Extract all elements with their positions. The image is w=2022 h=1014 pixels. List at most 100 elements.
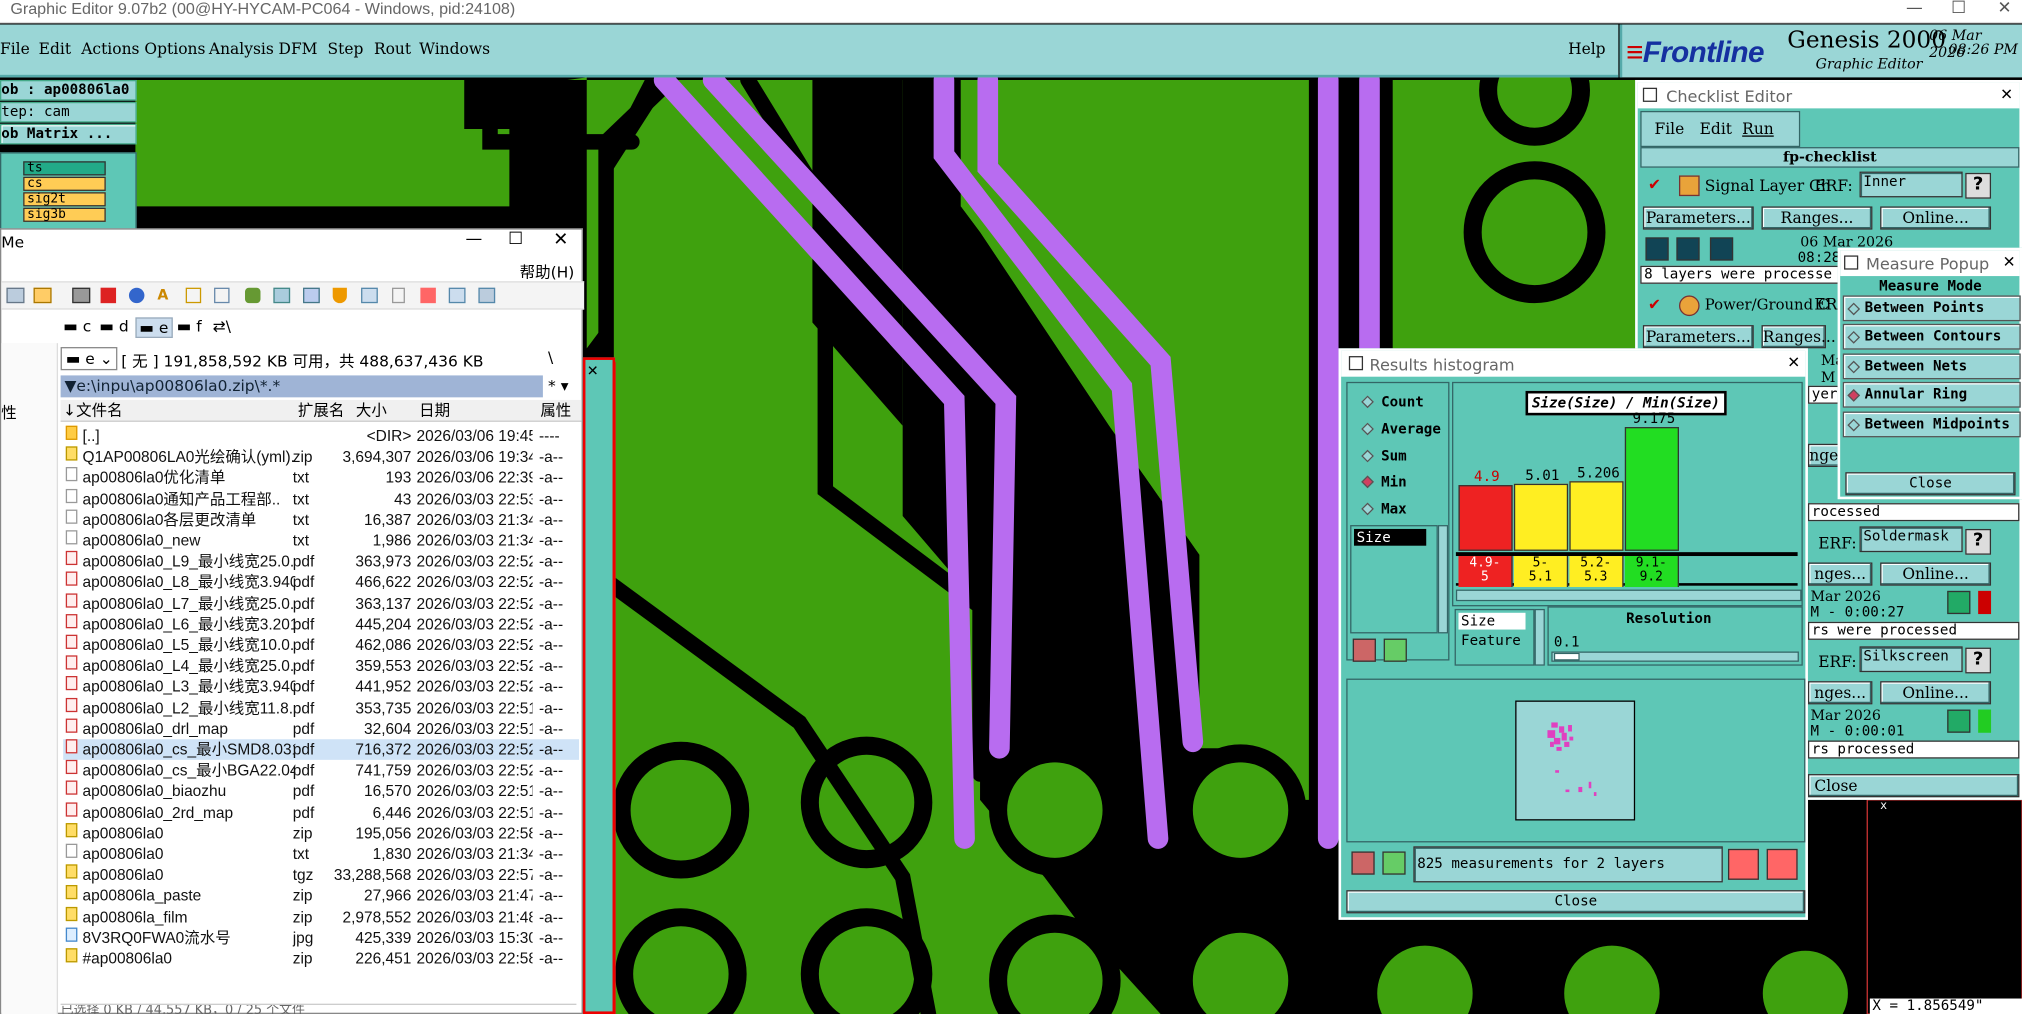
file-row[interactable]: ap00806la0各层更改清单 txt 16,387 2026/03/03 21:3… — [63, 509, 579, 530]
layer-row[interactable]: sig3b — [23, 207, 106, 222]
item-checkbox[interactable]: ✔ — [1648, 295, 1661, 313]
file-row[interactable]: ap00806la0_L6_最小线宽3.201 pdf 445,204 2026/03… — [63, 613, 579, 635]
parameters-button[interactable]: Parameters... — [1642, 206, 1754, 230]
erf-field[interactable]: Soldermask — [1859, 526, 1963, 553]
menu-rout[interactable]: Rout — [374, 40, 411, 58]
item-name[interactable]: Signal Layer Ch — [1705, 177, 1831, 195]
checklist-titlebar[interactable]: Checklist Editor ✕ — [1637, 82, 2020, 109]
field-list[interactable]: Size — [1350, 525, 1438, 634]
job-matrix-button[interactable]: ob Matrix ... — [0, 123, 137, 145]
file-row[interactable]: ap00806la_paste zip 27,966 2026/03/03 21:47… — [63, 885, 579, 906]
menu-edit[interactable]: Edit — [39, 40, 71, 58]
ranges-button[interactable]: Ranges... — [1761, 206, 1873, 230]
layer-row[interactable]: cs — [23, 176, 106, 191]
file-row[interactable]: ap00806la0_L4_最小线宽25.0.. pdf 359,553 2026/0… — [63, 655, 579, 677]
mode-annular-ring[interactable]: Annular Ring — [1842, 381, 2021, 408]
toolbar-icon[interactable] — [33, 287, 52, 304]
option-average[interactable]: Average — [1358, 421, 1441, 439]
zoom-icon[interactable] — [1947, 709, 1971, 733]
close-icon[interactable]: ✕ — [587, 363, 599, 380]
axis-selector[interactable]: Size Feature — [1454, 608, 1535, 666]
file-row[interactable]: ap00806la0 txt 1,830 2026/03/03 21:34 -a-- — [63, 843, 579, 865]
toolbar-icon[interactable] — [245, 287, 261, 304]
histogram-bar[interactable] — [1624, 427, 1679, 551]
close-icon[interactable]: ✕ — [2003, 253, 2016, 271]
pdf-icon[interactable] — [100, 287, 117, 304]
file-manager-window[interactable]: Me — ☐ ✕ 帮助(H) A ▬ c ▬ d ▬ e ▬ f ⇄\ ▬ e … — [0, 228, 585, 1014]
toolbar-icon[interactable] — [448, 287, 466, 304]
toolbar-icon[interactable] — [185, 287, 202, 304]
drive-button-d[interactable]: ▬ d — [99, 317, 128, 335]
maximize-button[interactable]: ☐ — [1951, 0, 1966, 18]
file-row[interactable]: ap00806la0_new txt 1,986 2026/03/03 21:34 -a… — [63, 530, 579, 551]
file-row[interactable]: #ap00806la0 zip 226,451 2026/03/03 22:58 -a-… — [63, 948, 579, 969]
close-button[interactable]: ✕ — [553, 230, 568, 251]
file-row[interactable]: Q1AP00806LA0光绘确认(yml).. zip 3,694,307 2026/… — [63, 446, 579, 468]
run-icon[interactable] — [1645, 237, 1669, 261]
drive-select[interactable]: ▬ e ⌄ — [60, 347, 118, 371]
file-row[interactable]: 8V3RQ0FWA0流水号 jpg 425,339 2026/03/03 15:30-… — [63, 927, 579, 948]
mode-between-midpoints[interactable]: Between Midpoints — [1842, 411, 2021, 438]
measure-popup-window[interactable]: Measure Popup ✕ Measure Mode Between Poi… — [1837, 247, 2022, 500]
file-row[interactable]: ap00806la0_biaozhu pdf 16,570 2026/03/03 22… — [63, 781, 579, 802]
item-name[interactable]: Power/Ground C — [1705, 295, 1829, 313]
shield-icon[interactable] — [332, 287, 347, 304]
list-scrollbar[interactable] — [1437, 525, 1449, 634]
option-max[interactable]: Max — [1358, 501, 1407, 519]
help-button[interactable]: ? — [1965, 528, 1992, 555]
file-row[interactable]: ap00806la0优化清单 txt 193 2026/03/06 22:39 -a-- — [63, 467, 579, 489]
axis-scrollbar[interactable] — [1534, 608, 1545, 666]
option-sum[interactable]: Sum — [1358, 448, 1407, 466]
minimize-button[interactable]: — — [466, 230, 483, 249]
file-row[interactable]: ap00806la_film zip 2,978,552 2026/03/03 21:… — [63, 906, 579, 927]
column-attr[interactable]: 属性 — [540, 400, 571, 422]
axis-option-feature[interactable]: Feature — [1458, 632, 1530, 649]
mode-between-nets[interactable]: Between Nets — [1842, 353, 2021, 380]
drive-button-root[interactable]: ⇄\ — [213, 317, 231, 335]
file-row[interactable]: ap00806la0_cs_最小BGA22.047 pdf 741,759 2026/… — [63, 760, 579, 781]
drive-button-f[interactable]: ▬ f — [177, 317, 202, 335]
option-min[interactable]: Min — [1358, 473, 1407, 491]
file-row[interactable]: [..] <DIR> 2026/03/06 19:45 ---- — [63, 425, 579, 447]
drive-button-e[interactable]: ▬ e — [135, 317, 173, 339]
measure-close-button[interactable]: Close — [1845, 472, 2016, 496]
delete-icon[interactable] — [1352, 638, 1376, 662]
column-size[interactable]: 大小 — [356, 400, 387, 422]
histogram-close-button[interactable]: Close — [1346, 890, 1806, 914]
toolbar-icon[interactable] — [273, 287, 291, 304]
layer-preview-thumbnail[interactable] — [1515, 700, 1636, 821]
file-row[interactable]: ap00806la0_L9_最小线宽25.0.. pdf 363,973 2026/0… — [63, 551, 579, 572]
file-row[interactable]: ap00806la0_L7_最小线宽25.0.. pdf 363,137 2026/0… — [63, 592, 579, 614]
refresh-icon[interactable] — [1382, 851, 1406, 875]
histogram-bar[interactable] — [1458, 485, 1513, 551]
histogram-bar[interactable] — [1513, 483, 1569, 551]
close-icon[interactable]: ✕ — [2000, 85, 2013, 103]
file-row[interactable]: ap00806la0_L5_最小线宽10.0.. pdf 462,086 2026/0… — [63, 634, 579, 656]
zoom-icon[interactable] — [1947, 590, 1971, 615]
mode-between-points[interactable]: Between Points — [1842, 295, 2021, 322]
menu-actions[interactable]: Actions — [81, 40, 139, 58]
toolbar-icon[interactable] — [72, 287, 91, 304]
toolbar-icon[interactable] — [303, 287, 320, 304]
histogram-scrollbar[interactable] — [1455, 589, 1802, 602]
column-date[interactable]: 日期 — [419, 400, 450, 422]
menu-options[interactable]: Options — [144, 40, 205, 58]
histogram-titlebar[interactable]: Results histogram ✕ — [1341, 350, 1806, 377]
toolbar-icon[interactable] — [214, 287, 230, 304]
refresh-icon[interactable] — [128, 287, 145, 304]
layer-row[interactable]: sig2t — [23, 192, 106, 207]
menu-file[interactable]: File — [0, 40, 30, 58]
parameters-button[interactable]: Parameters... — [1642, 325, 1754, 349]
item-checkbox[interactable]: ✔ — [1648, 175, 1661, 193]
file-icon[interactable] — [392, 287, 405, 304]
path-bar[interactable]: ▼e:\inpu\ap00806la0.zip\*.* — [60, 375, 543, 398]
minimize-button[interactable]: — — [1906, 0, 1923, 18]
file-row[interactable]: ap00806la0_L8_最小线宽3.940 pdf 466,622 2026/03… — [63, 572, 579, 593]
column-ext[interactable]: 扩展名 — [298, 400, 344, 422]
file-row[interactable]: ap00806la0 zip 195,056 2026/03/03 22:58 -a-- — [63, 822, 579, 844]
file-row[interactable]: ap00806la0_L3_最小线宽3.940 pdf 441,952 2026/03… — [63, 676, 579, 698]
online-button[interactable]: Online... — [1880, 562, 1992, 586]
root-path-button[interactable]: \ — [548, 348, 553, 366]
layer-row[interactable]: ts — [23, 161, 106, 176]
menu-analysis[interactable]: Analysis — [209, 40, 274, 58]
